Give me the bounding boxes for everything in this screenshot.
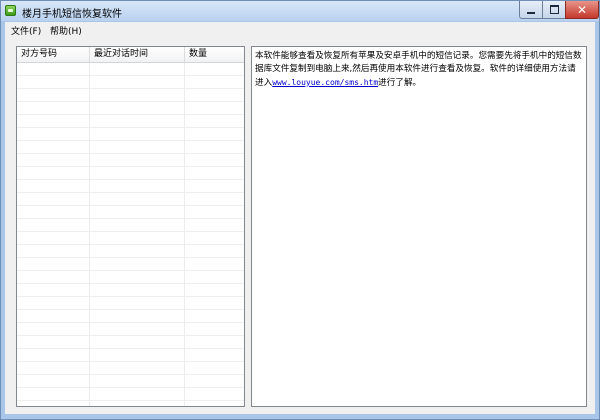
menu-help[interactable]: 帮助(H) (50, 24, 82, 37)
info-text-end: 进行了解。 (378, 78, 422, 88)
window-title: 楼月手机短信恢复软件 (22, 9, 122, 20)
sms-app-icon (5, 5, 16, 16)
minimize-icon (527, 11, 535, 14)
main-window: 楼月手机短信恢复软件 ✕ 文件(F) 帮助(H) 对方号码 最近对话时间 数量 … (0, 0, 600, 420)
list-body[interactable] (17, 63, 244, 406)
close-icon: ✕ (576, 2, 588, 17)
client-area: 对方号码 最近对话时间 数量 本软件能够查看及恢复所有苹果及安卓手机中的短信记录… (5, 38, 595, 414)
help-link[interactable]: www.louyue.com/sms.htm (272, 78, 378, 87)
menu-bar: 文件(F) 帮助(H) (5, 22, 595, 38)
list-header: 对方号码 最近对话时间 数量 (17, 47, 244, 63)
minimize-button[interactable] (519, 1, 543, 19)
info-text-panel[interactable]: 本软件能够查看及恢复所有苹果及安卓手机中的短信记录。您需要先将手机中的短信数据库… (251, 46, 587, 407)
close-button[interactable]: ✕ (565, 1, 599, 19)
column-header-last-time[interactable]: 最近对话时间 (90, 47, 185, 62)
menu-file[interactable]: 文件(F) (11, 24, 41, 37)
maximize-button[interactable] (542, 1, 566, 19)
column-header-number[interactable]: 对方号码 (17, 47, 90, 62)
title-bar[interactable]: 楼月手机短信恢复软件 ✕ (1, 1, 599, 21)
maximize-icon (549, 5, 559, 14)
column-header-count[interactable]: 数量 (185, 47, 244, 62)
conversation-list[interactable]: 对方号码 最近对话时间 数量 (16, 46, 245, 407)
